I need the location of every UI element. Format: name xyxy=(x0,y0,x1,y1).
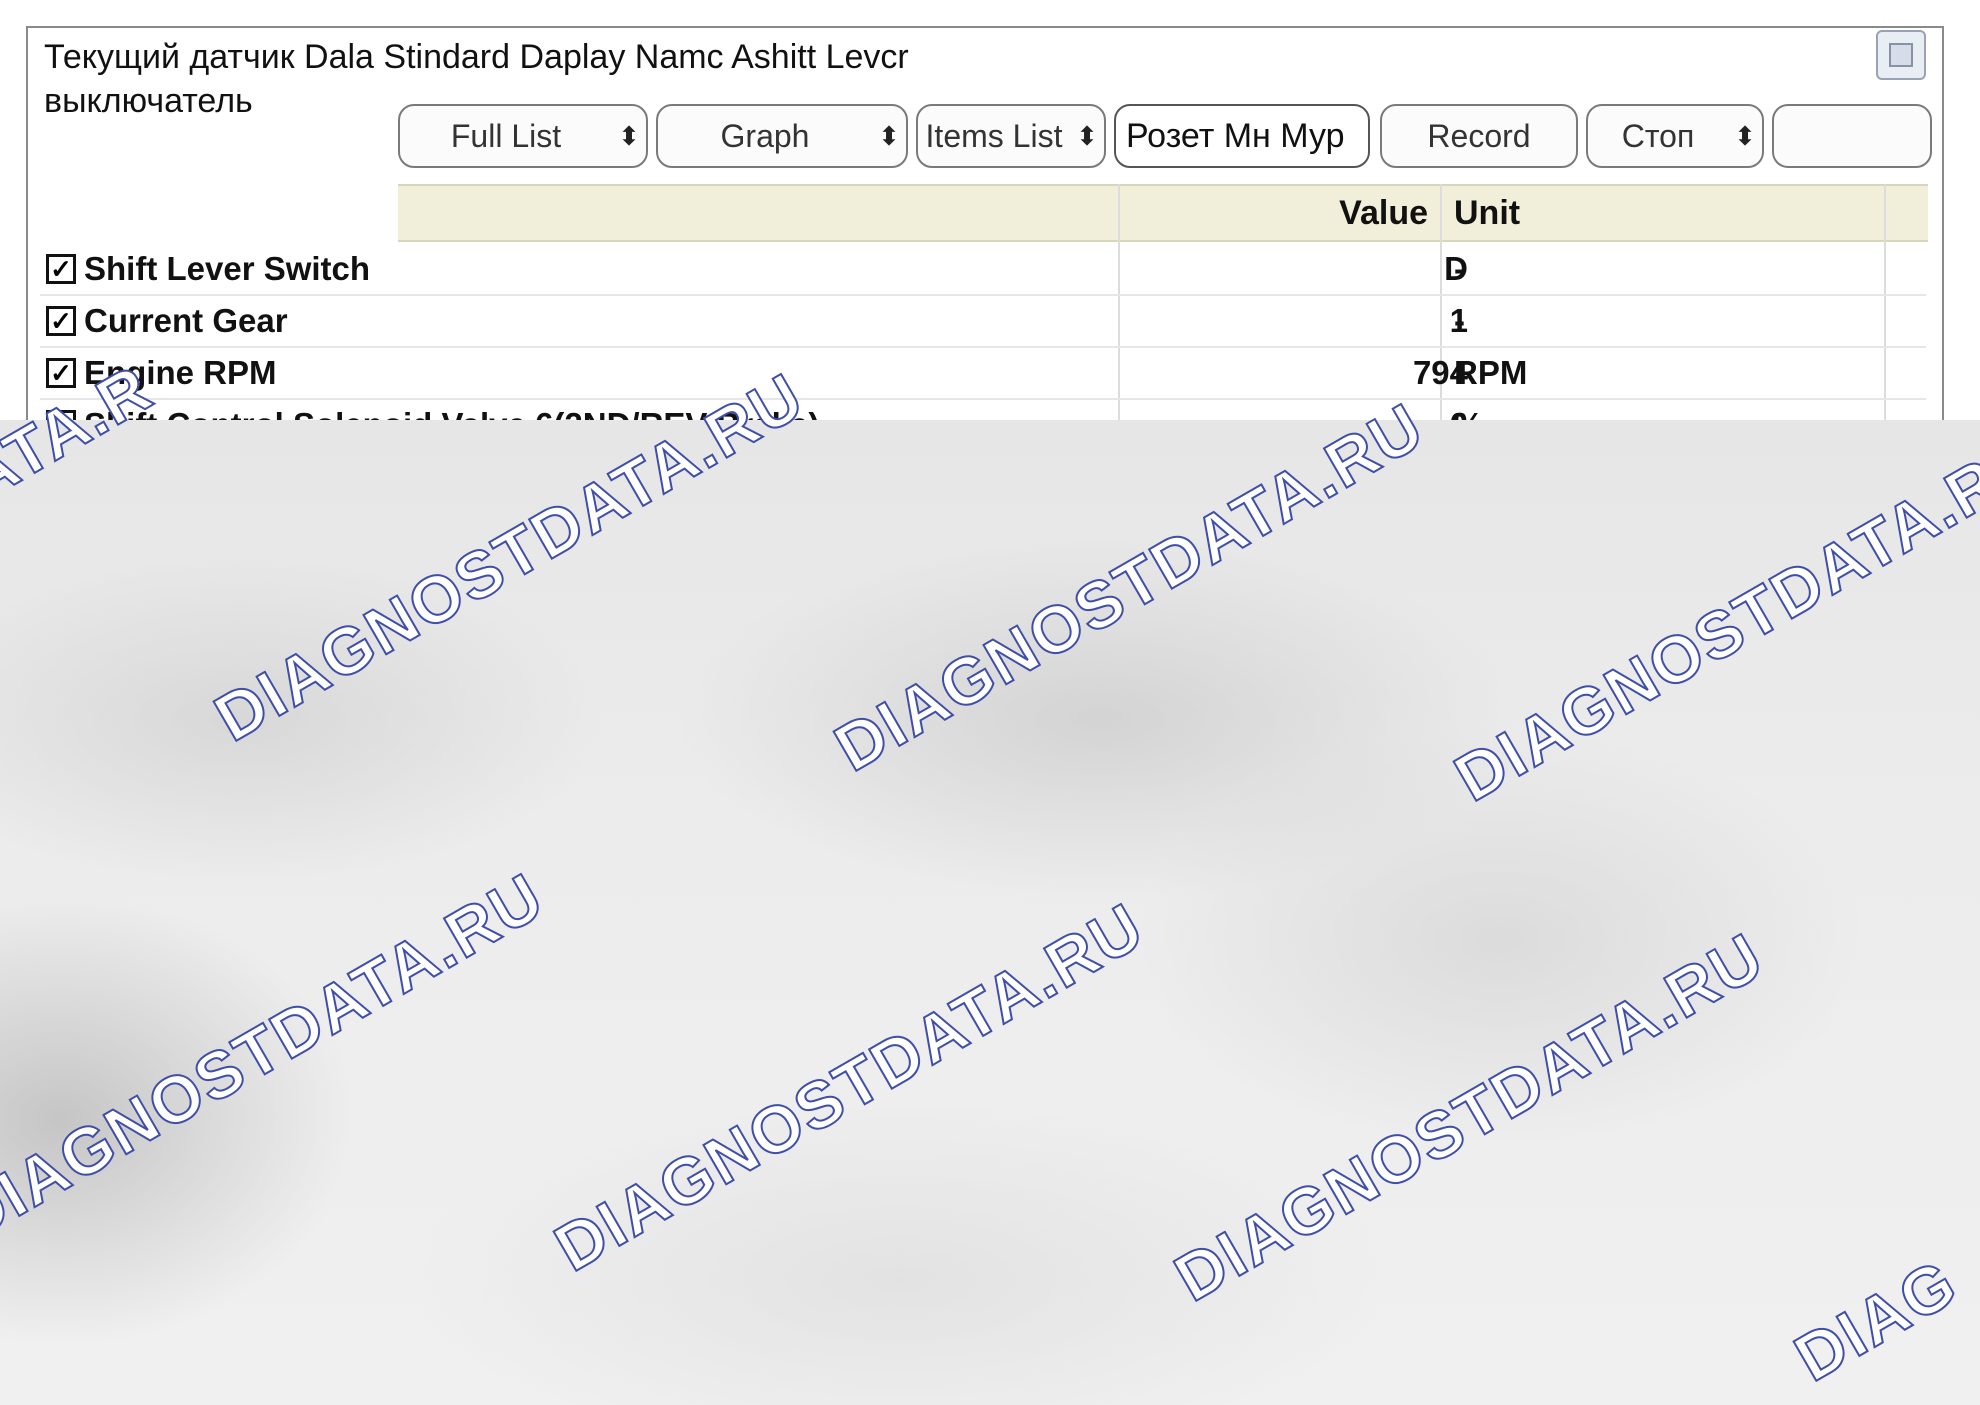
graph-select[interactable]: Graph ⬍ xyxy=(656,104,908,168)
record-button[interactable]: Record xyxy=(1380,104,1578,168)
table-row[interactable]: ✓ Shift Lever Switch D - xyxy=(40,244,1926,296)
row-unit: - xyxy=(1454,250,1465,287)
full-list-select[interactable]: Full List ⬍ xyxy=(398,104,648,168)
items-list-label: Items List xyxy=(925,117,1063,154)
checkbox-checked-icon[interactable]: ✓ xyxy=(46,254,76,284)
header-unit[interactable]: Unit xyxy=(1454,184,1520,242)
table-header xyxy=(398,184,1928,242)
updown-arrows-icon: ⬍ xyxy=(878,120,900,151)
window-square-icon xyxy=(1889,43,1913,67)
header-value[interactable]: Value xyxy=(1250,184,1428,242)
row-value: D xyxy=(1444,250,1468,287)
table-row[interactable]: ✓ Engine RPM 794 RPM xyxy=(40,348,1926,400)
row-unit: - xyxy=(1454,302,1465,339)
table-row[interactable]: ✓ Current Gear 1 - xyxy=(40,296,1926,348)
stop-select[interactable]: Стоп ⬍ xyxy=(1586,104,1764,168)
window-title: Текущий датчик Dala Stindard Daplay Namc… xyxy=(44,38,909,76)
stop-label: Стоп xyxy=(1621,117,1695,154)
left-blank-area xyxy=(38,114,398,240)
record-label: Record xyxy=(1427,117,1531,154)
updown-arrows-icon: ⬍ xyxy=(618,120,640,151)
watermark-backdrop xyxy=(0,420,1980,1405)
search-field[interactable]: Розет Мн Мур xyxy=(1114,104,1370,168)
row-value: 794 xyxy=(1412,354,1468,391)
row-value: 1 xyxy=(1449,302,1468,339)
updown-arrows-icon: ⬍ xyxy=(1076,120,1098,151)
extra-button[interactable] xyxy=(1772,104,1932,168)
graph-label: Graph xyxy=(720,117,810,154)
row-unit: RPM xyxy=(1454,354,1528,391)
maximize-button[interactable] xyxy=(1876,30,1926,80)
row-name: Shift Lever Switch xyxy=(84,250,371,287)
checkbox-checked-icon[interactable]: ✓ xyxy=(46,306,76,336)
updown-arrows-icon: ⬍ xyxy=(1734,120,1756,151)
full-list-label: Full List xyxy=(450,117,562,154)
items-list-select[interactable]: Items List ⬍ xyxy=(916,104,1106,168)
row-name: Current Gear xyxy=(84,302,288,339)
search-field-value: Розет Мн Мур xyxy=(1126,116,1345,155)
